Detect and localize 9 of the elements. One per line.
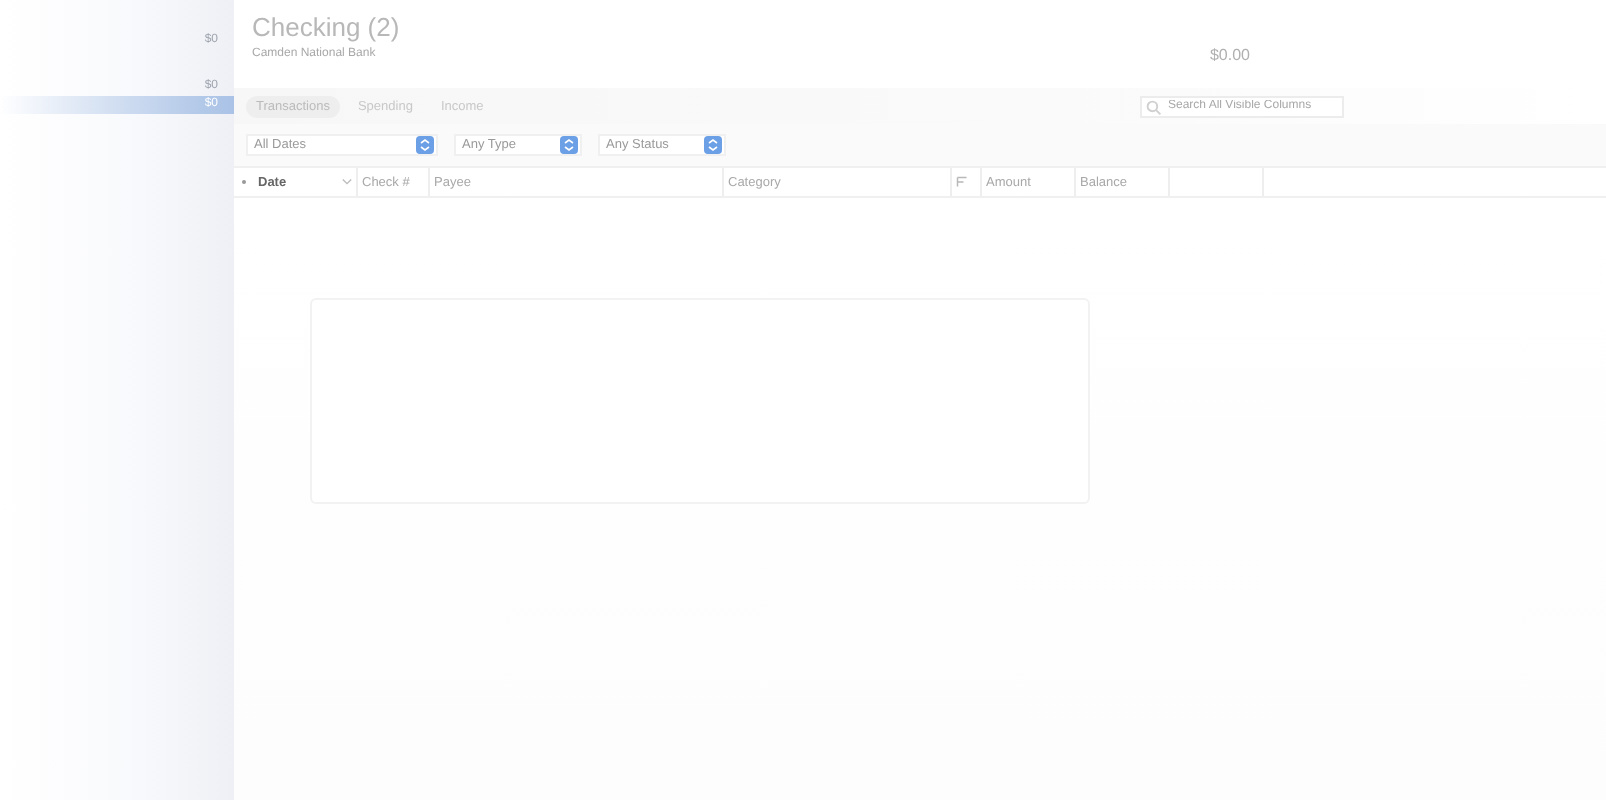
balance-amount: $0.00	[1209, 46, 1250, 68]
dropdown-stepper-icon	[704, 136, 722, 154]
column-header[interactable]	[952, 168, 982, 196]
flag-icon	[956, 176, 968, 188]
sort-marker-icon	[242, 180, 246, 184]
account-title: Checking (2)	[252, 12, 400, 42]
chevron-icon	[342, 178, 352, 186]
dropdown-stepper-icon	[416, 136, 434, 154]
dropdown-stepper-icon	[560, 136, 578, 154]
